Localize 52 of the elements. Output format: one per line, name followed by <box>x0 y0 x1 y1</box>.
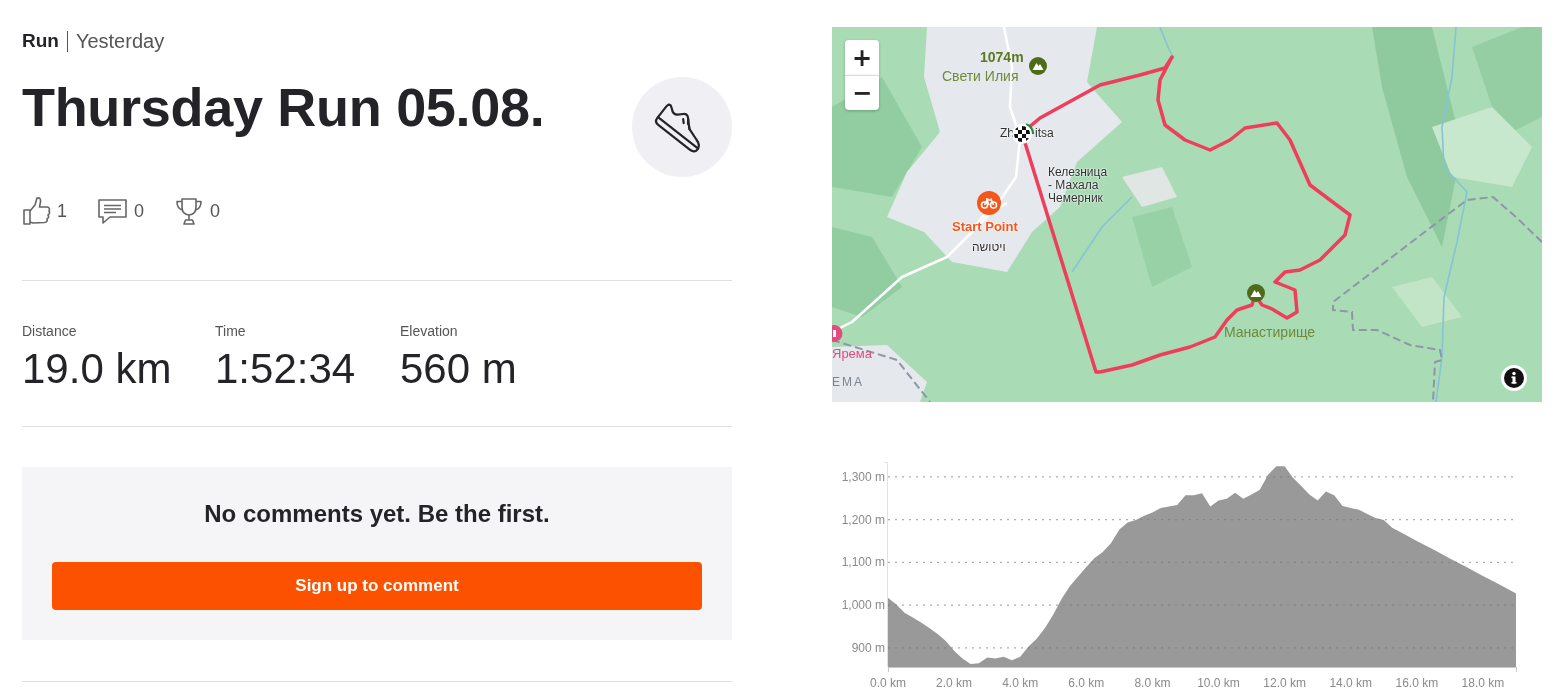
map-label: - Махала <box>1048 178 1099 193</box>
map-label: Манастирище <box>1224 324 1316 340</box>
x-axis-label: 2.0 km <box>936 676 973 690</box>
x-axis-label: 12.0 km <box>1263 676 1306 690</box>
y-axis-label: 1,200 m <box>841 512 885 527</box>
activity-type: Run <box>22 30 60 52</box>
x-axis-label: 0.0 km <box>870 676 906 690</box>
x-axis-label: 10.0 km <box>1197 676 1240 690</box>
empty-comments-message: No comments yet. Be the first. <box>203 500 551 528</box>
map-label: ЕМА <box>832 374 864 390</box>
y-axis-label: 1,100 m <box>841 555 885 570</box>
map-label: Ярема <box>832 346 872 362</box>
mountain-marker-icon <box>1247 284 1265 302</box>
map-label: 1074m <box>980 49 1024 65</box>
trophy-icon <box>174 196 205 226</box>
y-axis-label: 1,300 m <box>841 469 885 484</box>
checkered-marker-icon <box>1011 122 1035 146</box>
running-shoe-icon <box>632 77 732 177</box>
map-label: itsa <box>1035 125 1054 141</box>
stat-label: Elevation <box>400 322 459 340</box>
stat-label: Time <box>215 322 247 340</box>
kudos-button[interactable]: 1 <box>22 196 67 226</box>
bicycle-marker-icon <box>977 191 1001 215</box>
x-axis-label: 8.0 km <box>1134 676 1171 690</box>
zoom-out-button[interactable]: − <box>845 75 879 110</box>
stat-value: 1:52:34 <box>215 346 357 392</box>
x-axis-label: 18.0 km <box>1461 676 1505 690</box>
stat-value: 19.0 km <box>22 346 173 392</box>
map-label: Start Point <box>952 219 1018 235</box>
info-icon <box>1504 368 1524 388</box>
zoom-in-button[interactable]: + <box>845 40 879 75</box>
map-label: Свети Илия <box>942 68 1019 84</box>
mountain-marker-icon <box>1029 57 1047 75</box>
y-axis-label: 1,000 m <box>841 598 885 613</box>
thumbs-up-icon <box>22 196 51 226</box>
activity-title: Thursday Run 05.08. <box>22 77 545 137</box>
x-axis-label: 14.0 km <box>1329 676 1373 690</box>
activity-date: Yesterday <box>66 30 165 52</box>
stat-value: 560 m <box>400 346 518 392</box>
x-axis-label: 6.0 km <box>1068 676 1105 690</box>
map-pin-icon <box>832 325 843 342</box>
map-label: Zh <box>1000 125 1014 141</box>
stat-label: Distance <box>22 322 78 340</box>
comment-icon <box>97 197 128 225</box>
comments-button[interactable]: 0 <box>97 197 145 225</box>
x-axis-label: 4.0 km <box>1002 676 1039 690</box>
map-label: ויטושה <box>972 239 1006 255</box>
map-label: Чемерник <box>1048 190 1103 206</box>
achievements-button[interactable]: 0 <box>174 196 221 226</box>
y-axis-label: 900 m <box>851 640 885 655</box>
x-axis-label: 16.0 km <box>1395 676 1439 690</box>
map-label: Келезница <box>1048 164 1108 180</box>
